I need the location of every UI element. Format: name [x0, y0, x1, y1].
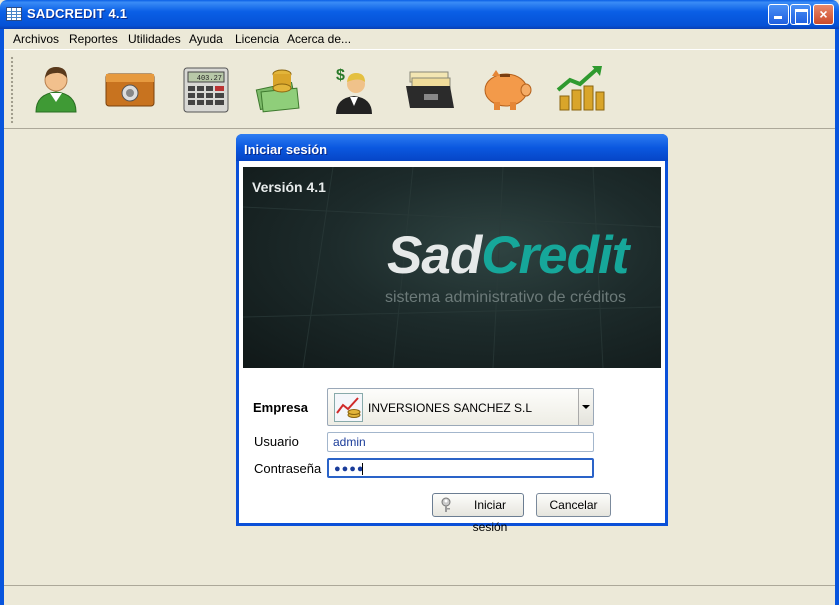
window-title: SADCREDIT 4.1	[27, 6, 128, 21]
empresa-label: Empresa	[253, 400, 308, 415]
calculator-display: 403.27	[197, 75, 222, 83]
status-bar	[4, 585, 835, 605]
password-label: Contraseña	[254, 461, 322, 476]
title-bar[interactable]: SADCREDIT 4.1 ×	[0, 0, 839, 29]
login-dialog-body: Versión 4.1 SadCredit sistema administra…	[239, 161, 665, 534]
toolbar-grip[interactable]	[10, 56, 14, 124]
sadcredit-logo: SadCredit	[387, 226, 629, 285]
money-coins-icon[interactable]	[252, 60, 308, 116]
window-frame-right	[835, 29, 839, 605]
login-dialog-title: Iniciar sesión	[244, 142, 328, 157]
maximize-button[interactable]	[790, 4, 811, 25]
empresa-selected-value: INVERSIONES SANCHEZ S.L	[368, 401, 533, 415]
usuario-label: Usuario	[254, 434, 299, 449]
menu-acerca-de[interactable]: Acerca de...	[287, 32, 351, 46]
sadcredit-banner: Versión 4.1 SadCredit sistema administra…	[243, 167, 661, 368]
logo-text-credit: Credit	[481, 226, 629, 285]
safe-box-icon[interactable]	[102, 60, 158, 116]
card-file-icon[interactable]	[402, 60, 458, 116]
toolbar: 403.27 $	[4, 49, 835, 129]
menu-archivos[interactable]: Archivos	[13, 32, 59, 46]
svg-text:$: $	[336, 67, 345, 84]
close-icon: ×	[819, 6, 828, 22]
calculator-icon[interactable]: 403.27	[178, 60, 234, 116]
menu-licencia[interactable]: Licencia	[235, 32, 279, 46]
password-input[interactable]: ●●●●	[327, 458, 594, 478]
text-caret	[362, 463, 363, 475]
chevron-down-icon[interactable]	[578, 389, 593, 425]
app-grid-icon	[6, 7, 22, 21]
cancel-button[interactable]: Cancelar	[536, 493, 611, 517]
menu-utilidades[interactable]: Utilidades	[128, 32, 181, 46]
password-masked-value: ●●●●	[334, 463, 365, 475]
login-dialog-titlebar[interactable]: Iniciar sesión	[236, 134, 668, 161]
company-chart-icon	[334, 393, 363, 422]
version-label: Versión 4.1	[252, 179, 326, 195]
empresa-select[interactable]: INVERSIONES SANCHEZ S.L	[327, 388, 594, 426]
login-button-label: Iniciar sesión	[472, 498, 508, 534]
user-icon[interactable]	[28, 60, 84, 116]
usuario-input[interactable]: admin	[327, 432, 594, 452]
logo-text-sad: Sad	[387, 226, 482, 285]
businessman-dollar-icon[interactable]: $	[326, 60, 382, 116]
growth-chart-icon[interactable]	[552, 60, 608, 116]
close-button[interactable]: ×	[813, 4, 834, 25]
piggy-bank-icon[interactable]	[478, 60, 534, 116]
key-icon	[439, 497, 453, 513]
login-button[interactable]: Iniciar sesión	[432, 493, 524, 534]
menu-reportes[interactable]: Reportes	[69, 32, 118, 46]
minimize-button[interactable]	[768, 4, 789, 25]
menu-bar: Archivos Reportes Utilidades Ayuda Licen…	[4, 29, 835, 49]
tagline: sistema administrativo de créditos	[385, 289, 626, 306]
menu-ayuda[interactable]: Ayuda	[189, 32, 223, 46]
login-dialog: Iniciar sesión Versión 4.1 SadCredit sis…	[236, 134, 668, 534]
